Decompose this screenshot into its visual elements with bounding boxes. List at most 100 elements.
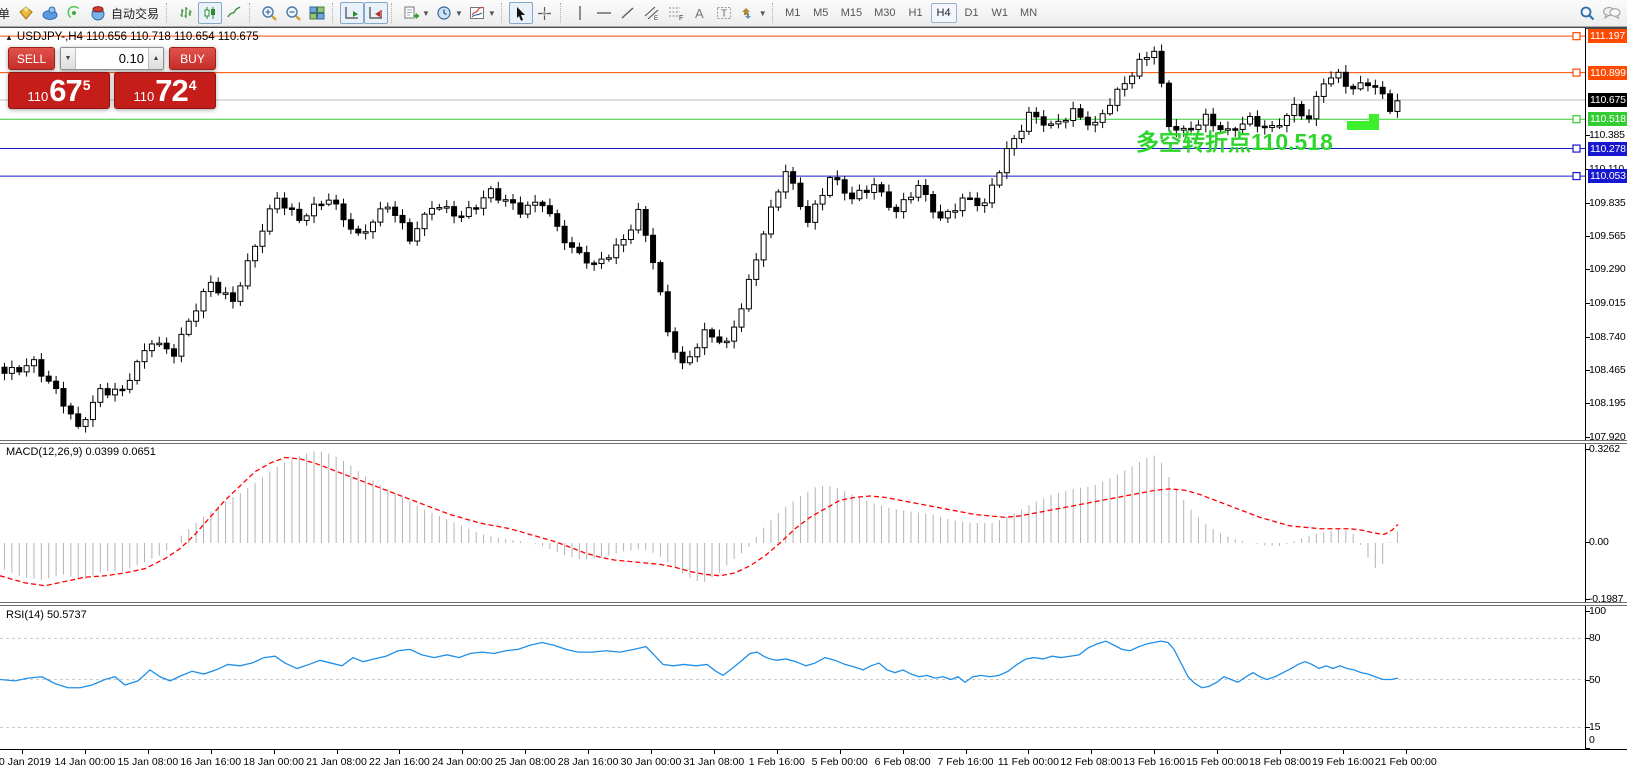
time-label: 19 Feb 16:00	[1311, 756, 1374, 768]
time-tick-mark	[462, 750, 464, 754]
vertical-line-icon[interactable]	[568, 2, 592, 24]
autotrading-icon[interactable]	[86, 2, 110, 24]
macd-label: MACD(12,26,9) 0.0399 0.0651	[6, 446, 156, 458]
horizontal-line-icon[interactable]	[592, 2, 616, 24]
tf-button-M30[interactable]: M30	[869, 3, 900, 23]
community-icon[interactable]	[38, 2, 62, 24]
time-label: 16 Jan 16:00	[180, 756, 242, 768]
collapse-panel-icon[interactable]: ▲	[5, 33, 13, 42]
tile-windows-icon[interactable]	[305, 2, 329, 24]
panel-splitter-macd[interactable]	[0, 440, 1627, 444]
time-axis[interactable]: 10 Jan 201914 Jan 00:0015 Jan 08:0016 Ja…	[0, 749, 1627, 772]
zoom-out-icon[interactable]	[281, 2, 305, 24]
tf-button-M15[interactable]: M15	[836, 3, 867, 23]
time-tick-mark	[336, 750, 338, 754]
crosshair-icon[interactable]	[533, 2, 557, 24]
time-tick-mark	[713, 750, 715, 754]
one-click-trading-panel: SELL ▼ ▲ BUY 110 67 5 110 72 4	[8, 47, 216, 109]
volume-stepper: ▼ ▲	[60, 47, 164, 70]
templates-caret[interactable]: ▼	[488, 9, 496, 18]
price-tick-label: 109.565	[1589, 229, 1626, 242]
panel-splitter-rsi[interactable]	[0, 602, 1627, 606]
auto-scroll-icon[interactable]	[340, 2, 365, 24]
sell-button[interactable]: SELL	[8, 47, 55, 70]
highlight-marker	[1369, 114, 1379, 123]
price-tick-label: 109.835	[1589, 196, 1626, 209]
bar-chart-icon[interactable]	[174, 2, 198, 24]
tf-button-H4[interactable]: H4	[930, 3, 957, 23]
templates-icon[interactable]	[465, 2, 489, 24]
sell-price-tile[interactable]: 110 67 5	[8, 72, 110, 109]
time-tick-mark	[902, 750, 904, 754]
buy-price-prefix: 110	[133, 89, 155, 104]
trendline-icon[interactable]	[616, 2, 640, 24]
chart-title-text: USDJPY-,H4 110.656 110.718 110.654 110.6…	[16, 31, 259, 43]
main-chart-canvas[interactable]	[0, 28, 1585, 440]
time-label: 1 Feb 16:00	[748, 756, 805, 768]
new-order-button[interactable]: 单	[0, 3, 14, 24]
svg-text:E: E	[654, 16, 658, 21]
tf-button-H1[interactable]: H1	[903, 3, 929, 23]
chart-shift-icon[interactable]	[364, 2, 389, 24]
line-chart-icon[interactable]	[222, 2, 246, 24]
price-tick-label: 0.00	[1589, 536, 1609, 548]
timeframe-group: M1 M5 M15 M30 H1 H4 D1 W1 MN	[780, 3, 1042, 23]
volume-decrease-button[interactable]: ▼	[61, 48, 76, 69]
tf-button-MN[interactable]: MN	[1015, 3, 1042, 23]
macd-canvas[interactable]	[0, 444, 1585, 602]
price-tick-label: 0	[1589, 734, 1595, 746]
tf-button-M5[interactable]: M5	[808, 3, 834, 23]
buy-price-tile[interactable]: 110 72 4	[114, 72, 216, 109]
price-tick-label: 109.015	[1589, 297, 1626, 310]
fibonacci-icon[interactable]: F	[664, 2, 688, 24]
signals-icon[interactable]	[62, 2, 86, 24]
new-chart-icon[interactable]	[399, 2, 423, 24]
equidistant-channel-icon[interactable]: E	[640, 2, 664, 24]
candlestick-chart-icon[interactable]	[198, 2, 223, 24]
zoom-in-icon[interactable]	[257, 2, 281, 24]
time-label: 28 Jan 16:00	[557, 756, 619, 768]
price-level-label: 110.899	[1588, 65, 1627, 80]
rsi-canvas[interactable]	[0, 606, 1585, 749]
volume-increase-button[interactable]: ▲	[148, 48, 163, 69]
time-tick-mark	[210, 750, 212, 754]
chat-icon[interactable]	[1599, 2, 1623, 24]
time-label: 7 Feb 16:00	[937, 756, 994, 768]
new-chart-caret[interactable]: ▼	[422, 9, 430, 18]
periods-caret[interactable]: ▼	[455, 9, 463, 18]
toolbar-separator	[249, 3, 254, 23]
time-tick-mark	[1154, 750, 1156, 754]
chart-title: ▲ USDJPY-,H4 110.656 110.718 110.654 110…	[5, 31, 259, 43]
chart-annotation-text: 多空转折点110.518	[1136, 129, 1333, 155]
tf-button-M1[interactable]: M1	[780, 3, 806, 23]
time-label: 11 Feb 00:00	[997, 756, 1059, 768]
market-icon[interactable]	[14, 2, 38, 24]
price-tick-label: 108.740	[1589, 330, 1626, 343]
sell-price-prefix: 110	[27, 89, 49, 104]
time-label: 24 Jan 00:00	[431, 756, 493, 768]
cursor-icon[interactable]	[508, 2, 533, 24]
price-tick-label: 109.290	[1589, 263, 1626, 276]
price-level-label: 110.675	[1588, 93, 1627, 107]
time-label: 6 Feb 08:00	[874, 756, 931, 768]
periods-clock-icon[interactable]	[432, 2, 456, 24]
time-tick-mark	[839, 750, 841, 754]
buy-button[interactable]: BUY	[169, 47, 216, 70]
volume-input[interactable]	[76, 48, 148, 69]
text-icon[interactable]: A	[688, 2, 712, 24]
price-level-label: 110.518	[1588, 112, 1627, 127]
text-label-icon[interactable]: T	[712, 2, 736, 24]
search-icon[interactable]	[1575, 2, 1599, 24]
tf-button-D1[interactable]: D1	[959, 3, 985, 23]
time-label: 21 Feb 00:00	[1374, 756, 1437, 768]
time-label: 18 Jan 00:00	[243, 756, 304, 768]
arrows-caret[interactable]: ▼	[759, 9, 767, 18]
price-level-label: 111.197	[1588, 29, 1627, 44]
arrows-icon[interactable]	[736, 2, 760, 24]
time-tick-mark	[525, 750, 527, 754]
autotrading-label[interactable]: 自动交易	[111, 5, 159, 22]
time-label: 12 Feb 08:00	[1060, 756, 1123, 768]
price-axis[interactable]: 110.385110.110109.835109.565109.290109.0…	[1586, 28, 1627, 772]
buy-price-big: 72	[155, 72, 188, 108]
tf-button-W1[interactable]: W1	[987, 3, 1014, 23]
